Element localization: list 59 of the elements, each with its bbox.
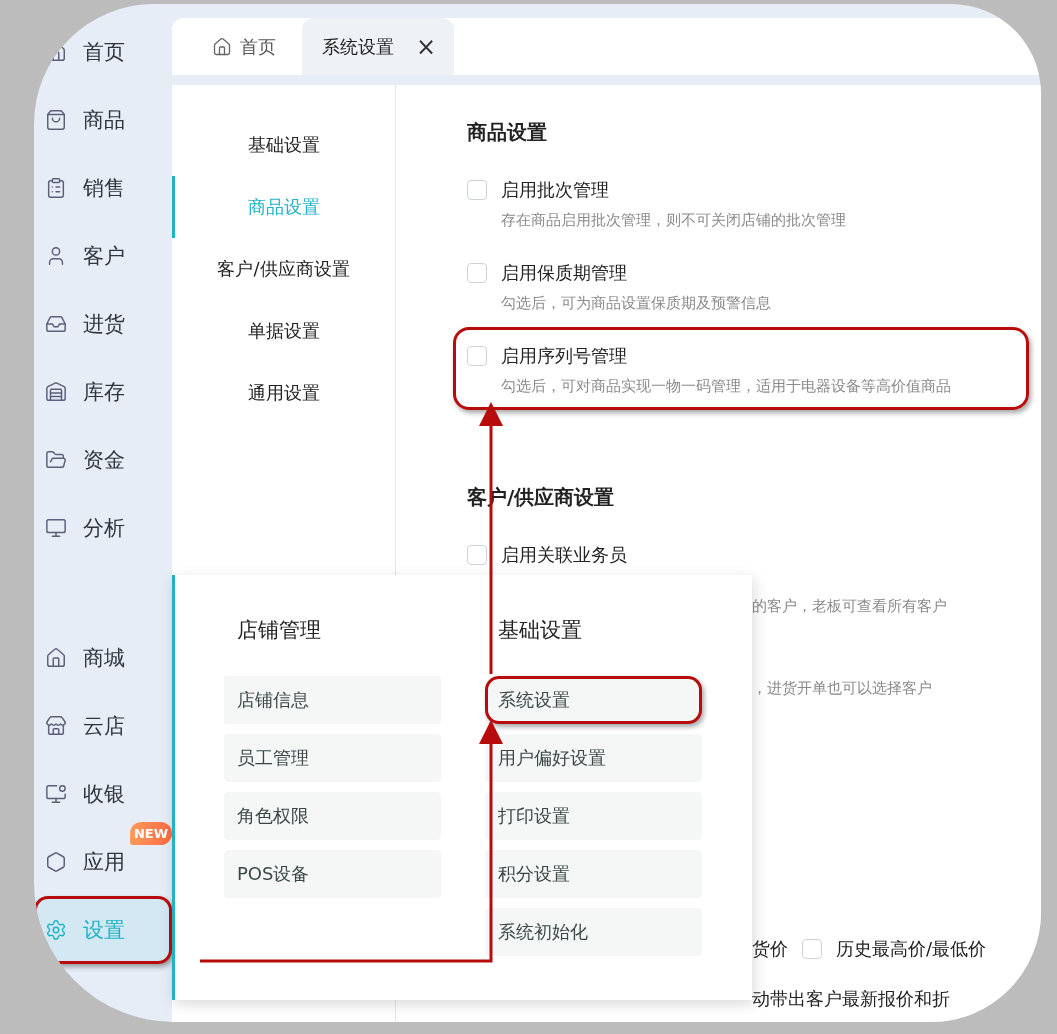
option-label: 动带出客户最新报价和折: [752, 987, 950, 1011]
option-label: 启用批次管理: [501, 178, 609, 202]
menu-heading: 基础设置: [497, 617, 583, 644]
option-label: 启用关联业务员: [501, 543, 627, 567]
menu-item[interactable]: 打印设置: [485, 792, 702, 840]
checkbox[interactable]: [467, 263, 487, 283]
option-label: 启用保质期管理: [501, 261, 627, 285]
shopping-bag-icon: [45, 109, 67, 131]
menu-heading: 店铺管理: [236, 617, 322, 644]
clipboard-icon: [45, 177, 67, 199]
tab[interactable]: 系统设置 ×: [302, 18, 455, 75]
monitor-icon: [45, 517, 67, 539]
option-label: 历史最高价/最低价: [836, 937, 987, 961]
house-icon: [45, 647, 67, 669]
settings-nav-item[interactable]: 客户/供应商设置: [172, 238, 395, 300]
option-description: 勾选后，可对商品实现一物一码管理，适用于电器设备等高价值商品: [501, 376, 952, 396]
option-description: ，进货开单也可以选择客户: [752, 678, 933, 698]
menu-item[interactable]: 系统初始化: [485, 908, 702, 956]
sidebar-item[interactable]: 进货: [34, 290, 132, 358]
store-icon: [45, 715, 67, 737]
sidebar-item[interactable]: 应用: [34, 828, 132, 896]
settings-icon: [45, 919, 67, 941]
sidebar-item[interactable]: 商城: [34, 624, 132, 692]
checkbox[interactable]: [467, 346, 487, 366]
menu-item[interactable]: 积分设置: [485, 850, 702, 898]
settings-nav-item[interactable]: 单据设置: [172, 300, 395, 362]
option-label: 货价: [752, 937, 788, 961]
tray-icon: [45, 313, 67, 335]
sidebar-item[interactable]: 收银: [34, 760, 132, 828]
sidebar-item[interactable]: 首页: [34, 18, 132, 86]
sidebar-item[interactable]: 库存: [34, 358, 132, 426]
sidebar-item[interactable]: 销售: [34, 154, 132, 222]
menu-item[interactable]: 员工管理: [224, 734, 441, 782]
menu-item[interactable]: POS设备: [224, 850, 441, 898]
option-description: 存在商品启用批次管理，则不可关闭店铺的批次管理: [501, 210, 847, 230]
close-button[interactable]: ×: [416, 32, 437, 61]
settings-nav-item[interactable]: 通用设置: [172, 362, 395, 424]
menu-item[interactable]: 系统设置: [485, 676, 702, 724]
menu-item[interactable]: 角色权限: [224, 792, 441, 840]
sidebar-item[interactable]: 云店: [34, 692, 132, 760]
option-description: 的客户，老板可查看所有客户: [752, 596, 948, 616]
option-label: 启用序列号管理: [501, 344, 627, 368]
checkbox[interactable]: [467, 545, 487, 565]
sidebar-item[interactable]: 分析: [34, 494, 132, 562]
monitor-icon: [45, 783, 67, 805]
menu-item[interactable]: 店铺信息: [224, 676, 441, 724]
option-description: 勾选后，可为商品设置保质期及预警信息: [501, 293, 772, 313]
section-heading: 商品设置: [467, 119, 548, 146]
hexagon-icon: [45, 851, 67, 873]
sidebar-item[interactable]: 商品: [34, 86, 132, 154]
menu-item[interactable]: 用户偏好设置: [485, 734, 702, 782]
warehouse-icon: [45, 381, 67, 403]
sidebar-item[interactable]: 客户: [34, 222, 132, 290]
checkbox[interactable]: [802, 939, 822, 959]
folder-icon: [45, 449, 67, 471]
sidebar-item[interactable]: 资金: [34, 426, 132, 494]
settings-nav-item[interactable]: 基础设置: [172, 114, 395, 176]
new-badge: NEW: [129, 822, 172, 845]
checkbox[interactable]: [467, 180, 487, 200]
